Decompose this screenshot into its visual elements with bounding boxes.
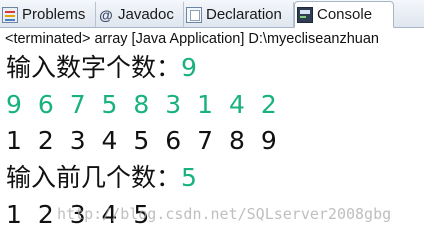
console-line-prompt-count: 输入数字个数：9 <box>6 51 198 85</box>
at-icon: @ <box>99 6 113 23</box>
user-input: 5 <box>181 163 198 192</box>
console-line-input-digits: 9 6 7 5 8 3 1 4 2 <box>6 90 278 119</box>
watermark-text: http://blog.csdn.net/SQLserver2008gbg <box>57 205 392 223</box>
problems-icon <box>2 6 18 23</box>
tab-javadoc[interactable]: @ Javadoc <box>96 2 184 27</box>
tab-console[interactable]: Console <box>294 1 394 28</box>
tab-label: Problems <box>22 6 86 23</box>
declaration-icon <box>186 6 202 23</box>
console-status-line: <terminated> array [Java Application] D:… <box>5 31 379 47</box>
console-icon <box>297 6 313 23</box>
view-tab-bar: Problems @ Javadoc Declaration Console <box>0 0 424 28</box>
console-line-sorted-digits: 1 2 3 4 5 6 7 8 9 <box>6 126 278 155</box>
user-input: 9 <box>181 53 198 82</box>
console-line-prompt-first: 输入前几个数：5 <box>6 161 198 195</box>
tab-label: Declaration <box>206 6 282 23</box>
tab-label: Console <box>317 6 373 23</box>
prompt-text: 输入数字个数： <box>6 53 182 82</box>
tab-problems[interactable]: Problems <box>0 2 96 27</box>
tab-declaration[interactable]: Declaration <box>184 2 294 27</box>
tab-label: Javadoc <box>118 6 174 23</box>
prompt-text: 输入前几个数： <box>6 163 182 192</box>
